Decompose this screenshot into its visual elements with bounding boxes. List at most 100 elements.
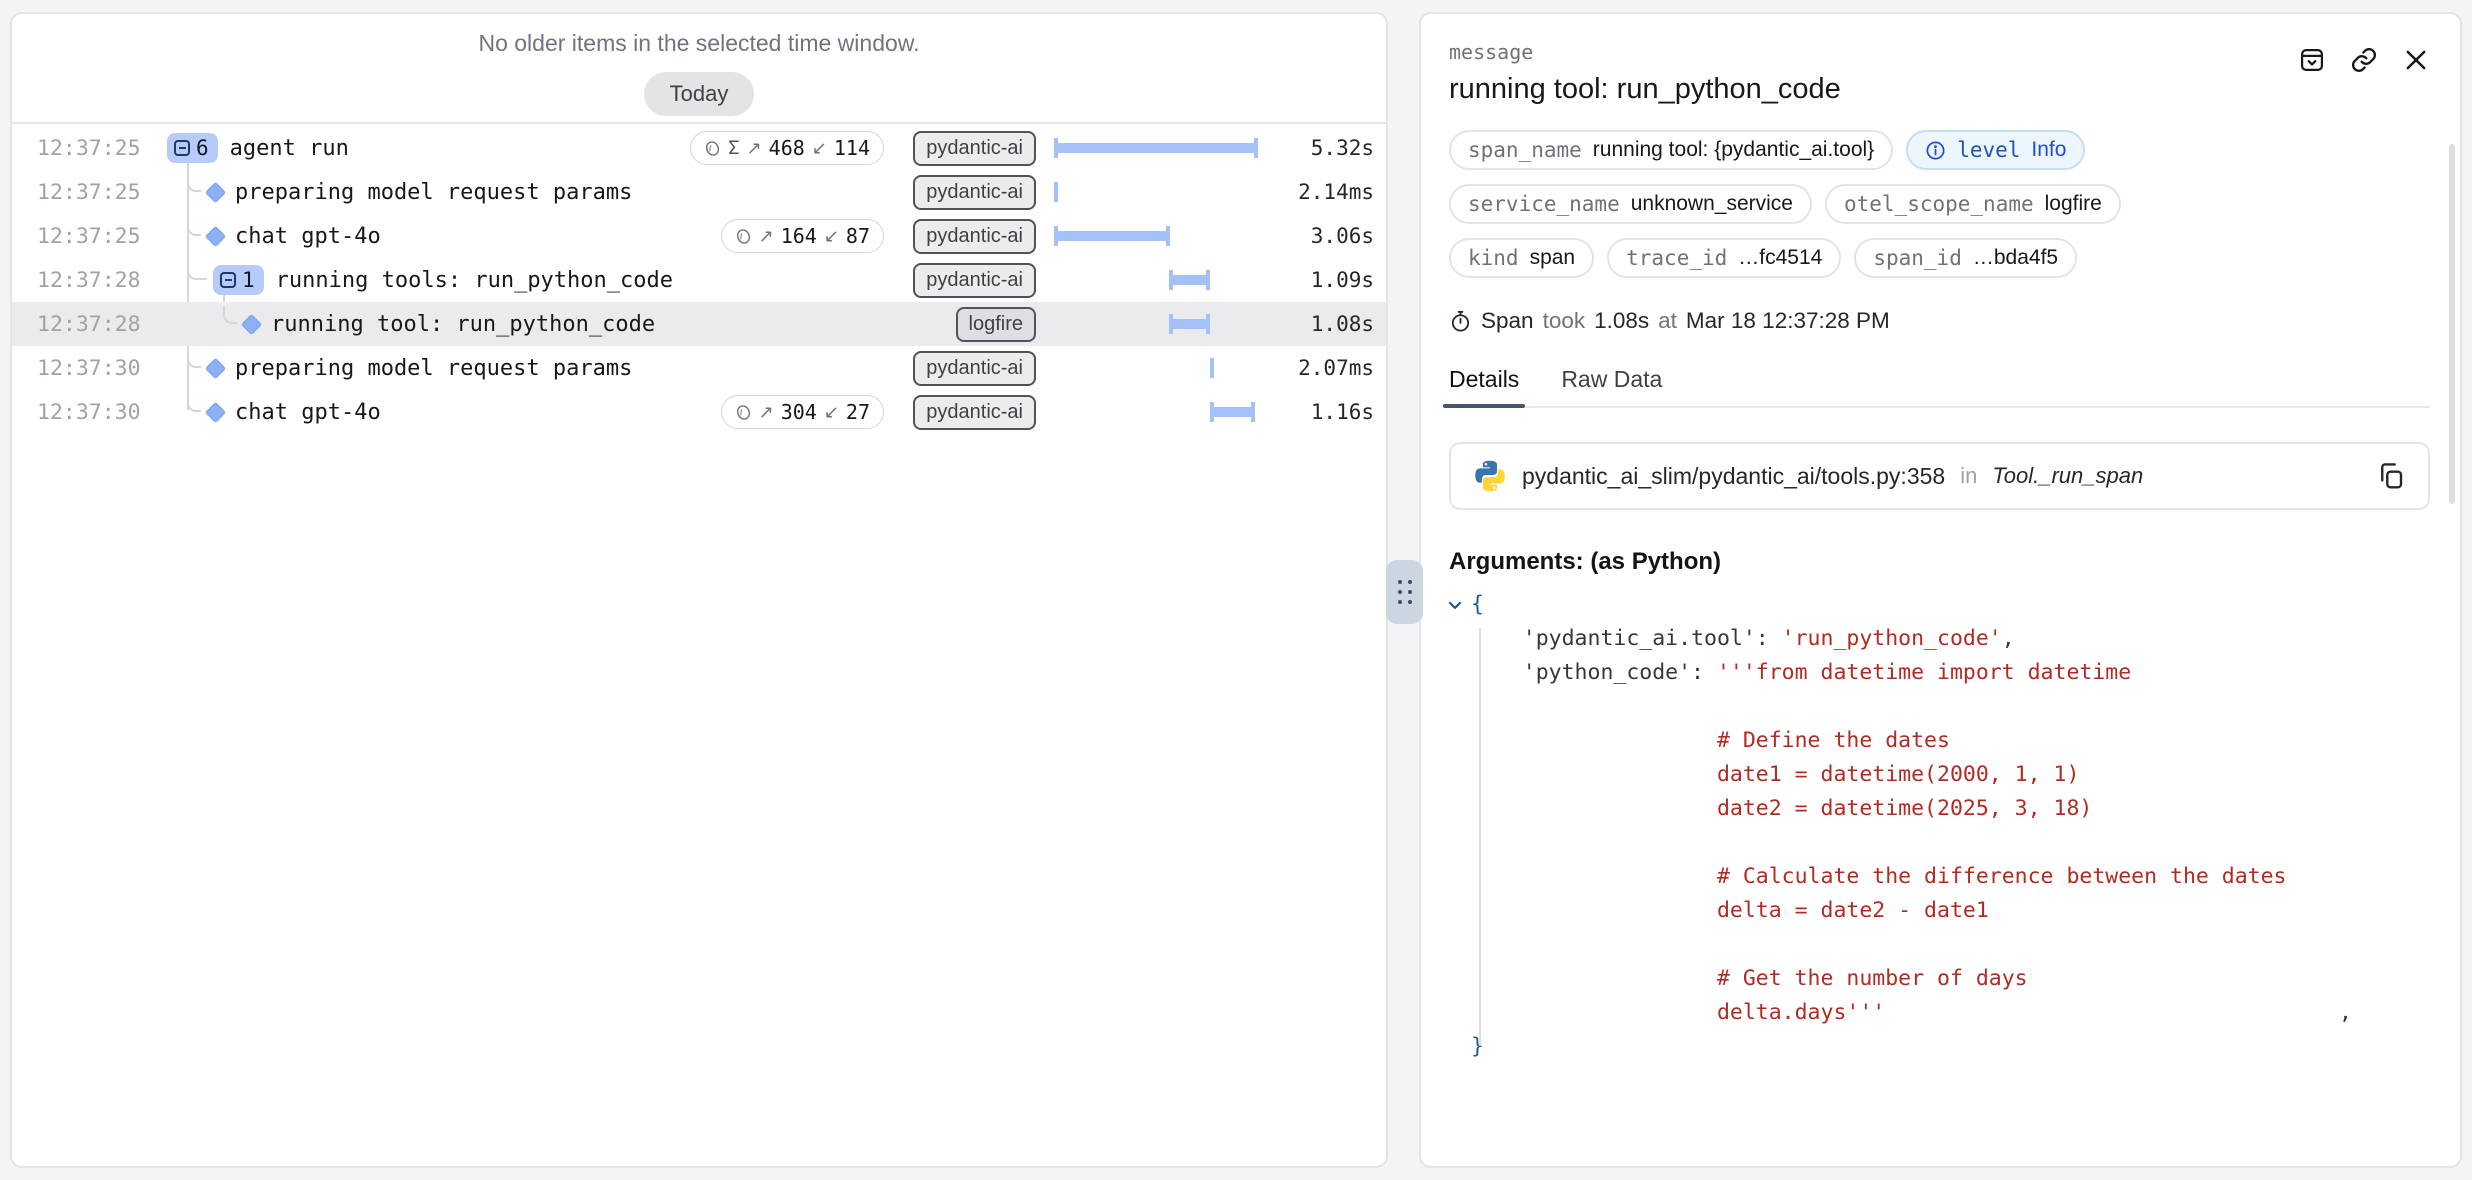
span-timing: Span took 1.08s at Mar 18 12:37:28 PM (1449, 308, 2430, 334)
span-name: chat gpt-4o (235, 224, 381, 249)
row-timestamp: 12:37:25 (12, 136, 153, 161)
token-coin-icon (735, 228, 752, 245)
tree-elbow (187, 394, 201, 412)
close-icon[interactable] (2402, 46, 2430, 74)
row-duration: 2.07ms (1282, 356, 1374, 380)
duration-bar (1169, 275, 1210, 285)
span-name: preparing model request params (235, 180, 632, 205)
attribute-chip[interactable]: trace_id…fc4514 (1607, 238, 1841, 278)
tree-elbow (187, 174, 201, 192)
token-coin-icon (735, 404, 752, 421)
attribute-chip[interactable]: kindspan (1449, 238, 1594, 278)
copy-link-icon[interactable] (2350, 46, 2378, 74)
today-button[interactable]: Today (644, 72, 755, 116)
span-diamond-icon (241, 313, 262, 334)
duration-bar-track (1054, 268, 1258, 292)
collapse-chevron-icon[interactable] (1445, 595, 1465, 615)
span-diamond-icon (205, 401, 226, 422)
token-coin-icon (704, 140, 721, 157)
tree-elbow (187, 218, 201, 236)
trace-row[interactable]: 12:37:28 1 running tools: run_python_cod… (12, 258, 1386, 302)
arrow-up-right-icon: ↗ (747, 138, 762, 159)
tree-elbow (187, 350, 201, 368)
scope-badge: pydantic-ai (913, 131, 1036, 166)
attribute-chip[interactable]: span_id…bda4f5 (1854, 238, 2077, 278)
row-timestamp: 12:37:30 (12, 400, 153, 425)
trace-rows: 12:37:25 6 agent run Σ ↗468 ↙114 pydanti… (12, 124, 1386, 434)
row-timestamp: 12:37:25 (12, 224, 153, 249)
arguments-code: { 'pydantic_ai.tool': 'run_python_code',… (1449, 588, 2430, 1064)
pin-panel-icon[interactable] (2298, 46, 2326, 74)
record-kind-label: message (1449, 40, 1841, 64)
collapse-minus-icon (174, 140, 190, 156)
attribute-chip[interactable]: service_nameunknown_service (1449, 184, 1812, 224)
collapse-badge[interactable]: 1 (213, 265, 264, 295)
span-name: running tools: run_python_code (276, 268, 673, 293)
token-usage-chip: ↗164 ↙87 (721, 219, 884, 253)
duration-bar (1054, 143, 1258, 153)
tab-details[interactable]: Details (1449, 366, 1519, 406)
row-timestamp: 12:37:30 (12, 356, 153, 381)
token-usage-chip: ↗304 ↙27 (721, 395, 884, 429)
trace-row-selected[interactable]: 12:37:28 running tool: run_python_code l… (12, 302, 1386, 346)
python-icon (1473, 459, 1507, 493)
span-name: chat gpt-4o (235, 400, 381, 425)
token-usage-chip: Σ ↗468 ↙114 (690, 131, 884, 165)
duration-bar (1054, 182, 1058, 202)
arrow-down-left-icon: ↙ (824, 402, 839, 423)
copy-icon[interactable] (2376, 461, 2406, 491)
row-duration: 3.06s (1282, 224, 1374, 248)
arrow-up-right-icon: ↗ (759, 402, 774, 423)
row-duration: 1.08s (1282, 312, 1374, 336)
trace-row[interactable]: 12:37:25 chat gpt-4o ↗164 ↙87 pydantic-a… (12, 214, 1386, 258)
collapse-badge[interactable]: 6 (167, 133, 218, 163)
source-path[interactable]: pydantic_ai_slim/pydantic_ai/tools.py:35… (1522, 463, 1945, 490)
span-name: agent run (230, 136, 349, 161)
tree-elbow (187, 262, 207, 280)
span-detail-title: running tool: run_python_code (1449, 73, 1841, 106)
source-symbol: Tool._run_span (1992, 463, 2143, 489)
trace-row[interactable]: 12:37:30 chat gpt-4o ↗304 ↙27 pydantic-a… (12, 390, 1386, 434)
tab-raw-data[interactable]: Raw Data (1561, 366, 1662, 406)
row-duration: 1.16s (1282, 400, 1374, 424)
attribute-chip[interactable]: otel_scope_namelogfire (1825, 184, 2121, 224)
scope-badge: pydantic-ai (913, 219, 1036, 254)
panel-resize-handle[interactable] (1386, 560, 1423, 624)
source-location[interactable]: pydantic_ai_slim/pydantic_ai/tools.py:35… (1449, 442, 2430, 510)
sigma-icon: Σ (728, 137, 739, 159)
scope-badge: logfire (956, 307, 1036, 342)
detail-tabs: Details Raw Data (1449, 366, 2430, 408)
trace-list-header: No older items in the selected time wind… (12, 14, 1386, 124)
duration-bar-track (1054, 356, 1258, 380)
info-icon (1925, 140, 1946, 161)
duration-bar (1210, 358, 1214, 378)
arguments-heading: Arguments: (as Python) (1449, 548, 2430, 576)
span-diamond-icon (205, 357, 226, 378)
child-count: 6 (196, 136, 209, 160)
trace-row[interactable]: 12:37:30 preparing model request params … (12, 346, 1386, 390)
duration-bar-track (1054, 136, 1258, 160)
span-detail-panel: message running tool: run_python_code sp… (1419, 12, 2462, 1168)
scrollbar-thumb[interactable] (2449, 144, 2455, 504)
level-chip[interactable]: levelInfo (1906, 130, 2085, 170)
trace-row[interactable]: 12:37:25 preparing model request params … (12, 170, 1386, 214)
scope-badge: pydantic-ai (913, 395, 1036, 430)
attribute-chip[interactable]: span_namerunning tool: {pydantic_ai.tool… (1449, 130, 1893, 170)
row-timestamp: 12:37:28 (12, 268, 153, 293)
row-timestamp: 12:37:25 (12, 180, 153, 205)
empty-notice: No older items in the selected time wind… (478, 30, 919, 57)
child-count: 1 (242, 268, 255, 292)
duration-bar-track (1054, 400, 1258, 424)
scope-badge: pydantic-ai (913, 351, 1036, 386)
row-timestamp: 12:37:28 (12, 312, 153, 337)
scope-badge: pydantic-ai (913, 175, 1036, 210)
trace-list-panel: No older items in the selected time wind… (10, 12, 1388, 1168)
indent-guide-line (1479, 628, 1481, 1046)
row-duration: 2.14ms (1282, 180, 1374, 204)
trace-row[interactable]: 12:37:25 6 agent run Σ ↗468 ↙114 pydanti… (12, 126, 1386, 170)
duration-bar-track (1054, 312, 1258, 336)
row-duration: 5.32s (1282, 136, 1374, 160)
grip-dots-icon (1398, 580, 1412, 604)
collapse-minus-icon (220, 272, 236, 288)
duration-bar-track (1054, 224, 1258, 248)
